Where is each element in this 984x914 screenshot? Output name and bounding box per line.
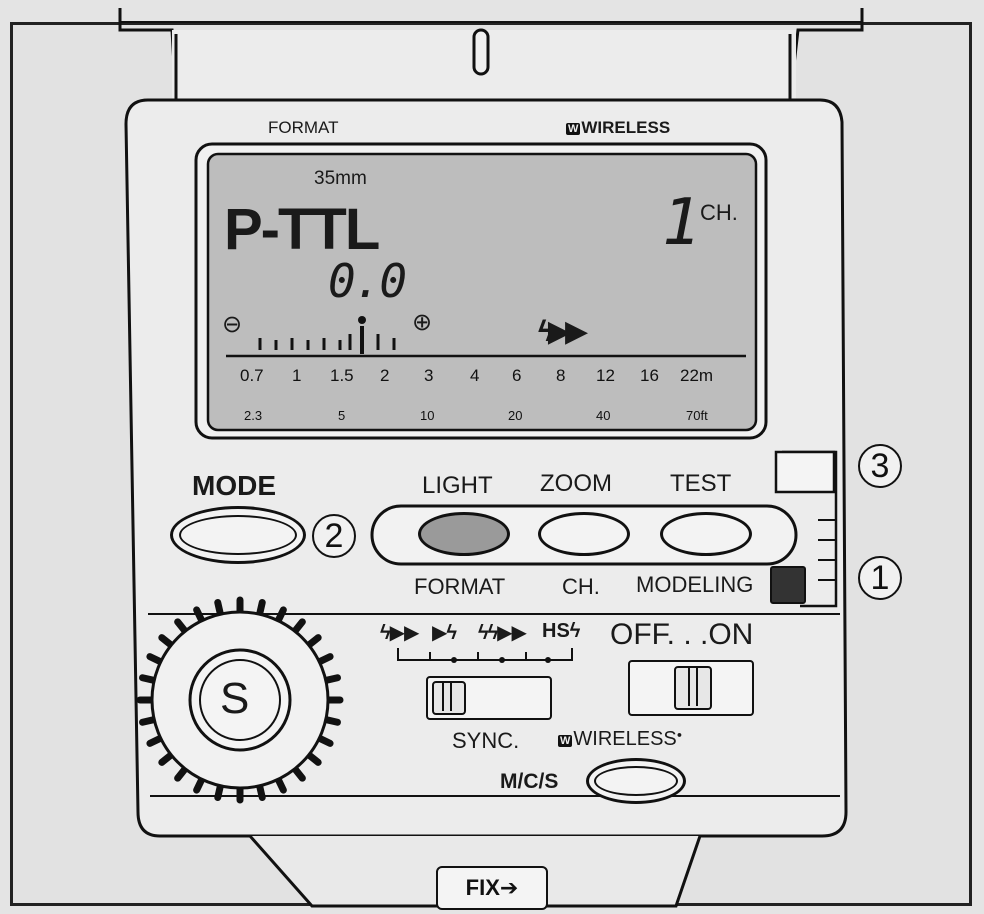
feet-tick-label: 10 bbox=[420, 408, 435, 423]
feet-tick-label: 2.3 bbox=[244, 408, 263, 423]
meter-tick-label: 4 bbox=[470, 366, 480, 385]
power-label: OFF. . .ON bbox=[610, 618, 754, 651]
lcd-minus-icon: ⊖ bbox=[222, 311, 243, 338]
lcd-channel-number: 1 bbox=[662, 186, 701, 260]
meter-tick-label: 3 bbox=[424, 366, 434, 385]
sync-mode-rear: ϟ▶▶ bbox=[380, 622, 419, 644]
modeling-sub-label: MODELING bbox=[636, 572, 754, 597]
sync-mode-hs: HSϟ bbox=[542, 620, 581, 642]
light-label: LIGHT bbox=[422, 472, 493, 499]
mcs-label: M/C/S bbox=[500, 770, 559, 793]
fix-lock[interactable]: FIX➔ bbox=[436, 866, 548, 910]
lcd-channel-unit: CH. bbox=[700, 200, 738, 225]
meter-tick-label: 1 bbox=[292, 366, 302, 385]
callout-2: 2 bbox=[312, 514, 356, 558]
meter-tick-label: 8 bbox=[556, 366, 566, 385]
wireless-bottom-label: W WIRELESS● bbox=[558, 728, 683, 750]
format-sub-label: FORMAT bbox=[414, 574, 506, 599]
callout-3: 3 bbox=[858, 444, 902, 488]
sync-label: SYNC. bbox=[452, 728, 520, 753]
meter-tick-label: 1.5 bbox=[330, 366, 354, 385]
sync-mode-front: ▶ϟ bbox=[432, 622, 457, 644]
meter-tick-label: 2 bbox=[380, 366, 390, 385]
dial-label: S bbox=[220, 674, 250, 723]
lcd-plus-icon: ⊕ bbox=[412, 309, 433, 336]
lcd-mode: P-TTL bbox=[224, 197, 380, 262]
lcd-flash-ready-icon: ϟ▶▶ bbox=[538, 315, 588, 348]
sync-mode-slow: ϟϟ▶▶ bbox=[478, 622, 527, 644]
wireless-icon: W bbox=[566, 123, 581, 135]
feet-tick-label: 20 bbox=[508, 408, 523, 423]
mcs-button[interactable] bbox=[586, 758, 686, 804]
fix-label: FIX➔ bbox=[465, 875, 519, 900]
mode-button[interactable] bbox=[170, 506, 306, 564]
light-format-button[interactable] bbox=[418, 512, 510, 556]
power-switch[interactable] bbox=[628, 660, 754, 716]
feet-tick-label: 5 bbox=[338, 408, 346, 423]
sync-switch[interactable] bbox=[426, 676, 552, 720]
zoom-channel-button[interactable] bbox=[538, 512, 630, 556]
zoom-label: ZOOM bbox=[540, 470, 612, 497]
lcd-exposure-comp: 0.0 bbox=[328, 254, 407, 308]
channel-sub-label: CH. bbox=[562, 574, 600, 599]
meter-tick-label: 12 bbox=[596, 366, 615, 385]
meter-tick-label: 16 bbox=[640, 366, 659, 385]
meter-tick-label: 22m bbox=[680, 366, 714, 385]
mode-label: MODE bbox=[192, 470, 276, 501]
wireless-top-label: W WIRELESS bbox=[566, 118, 671, 137]
meter-tick-label: 0.7 bbox=[240, 366, 264, 385]
test-modeling-button[interactable] bbox=[660, 512, 752, 556]
feet-tick-label: 40 bbox=[596, 408, 611, 423]
ready-lamp bbox=[770, 566, 806, 604]
meter-tick-label: 6 bbox=[512, 366, 522, 385]
lcd-focal-length: 35mm bbox=[314, 168, 367, 189]
feet-tick-label: 70ft bbox=[686, 408, 708, 423]
format-top-label: FORMAT bbox=[268, 118, 339, 137]
test-label: TEST bbox=[670, 470, 732, 497]
callout-1: 1 bbox=[858, 556, 902, 600]
wireless-icon: W bbox=[558, 735, 573, 747]
